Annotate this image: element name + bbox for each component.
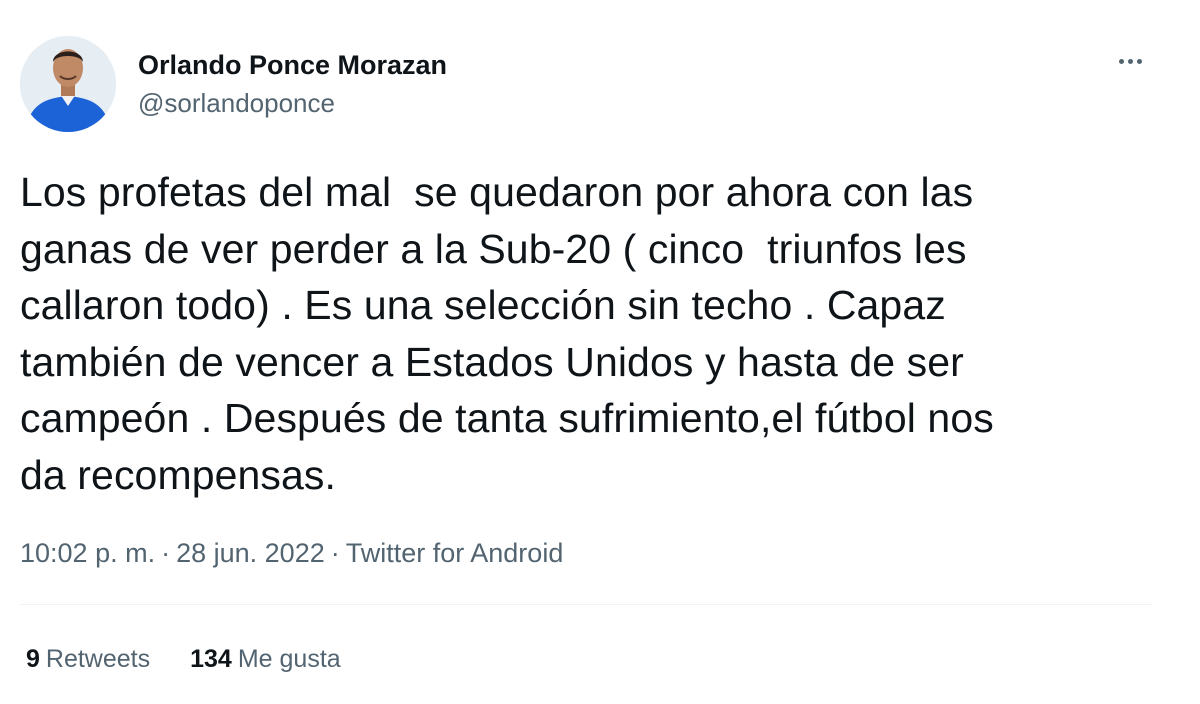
tweet-time[interactable]: 10:02 p. m.	[20, 538, 155, 568]
meta-separator: ·	[161, 538, 171, 568]
more-dot	[1127, 58, 1133, 64]
tweet-date[interactable]: 28 jun. 2022	[176, 538, 325, 568]
retweets-label: Retweets	[45, 645, 151, 673]
avatar[interactable]	[20, 36, 116, 132]
likes-stat[interactable]: 134 Me gusta	[190, 642, 341, 676]
retweets-count: 9	[26, 645, 40, 673]
tweet-header: Orlando Ponce Morazan @sorlandoponce	[20, 36, 447, 132]
author-names: Orlando Ponce Morazan @sorlandoponce	[138, 48, 447, 120]
tweet-source[interactable]: Twitter for Android	[346, 538, 564, 568]
retweets-stat[interactable]: 9 Retweets	[26, 642, 150, 676]
more-horizontal-icon	[1118, 58, 1124, 64]
likes-count: 134	[190, 645, 232, 673]
more-options-button[interactable]	[1112, 46, 1148, 76]
tweet-stats: 9 Retweets 134 Me gusta	[26, 642, 341, 676]
author-handle[interactable]: @sorlandoponce	[138, 86, 447, 120]
likes-label: Me gusta	[237, 645, 341, 673]
divider	[20, 604, 1152, 605]
author-display-name[interactable]: Orlando Ponce Morazan	[138, 48, 447, 82]
meta-separator: ·	[330, 538, 340, 568]
more-dot	[1136, 58, 1142, 64]
tweet-card: Orlando Ponce Morazan @sorlandoponce Los…	[0, 0, 1200, 704]
tweet-metadata: 10:02 p. m. · 28 jun. 2022 · Twitter for And…	[20, 536, 563, 570]
user-photo-avatar-icon	[20, 36, 116, 132]
tweet-text: Los profetas del mal se quedaron por aho…	[20, 169, 994, 498]
